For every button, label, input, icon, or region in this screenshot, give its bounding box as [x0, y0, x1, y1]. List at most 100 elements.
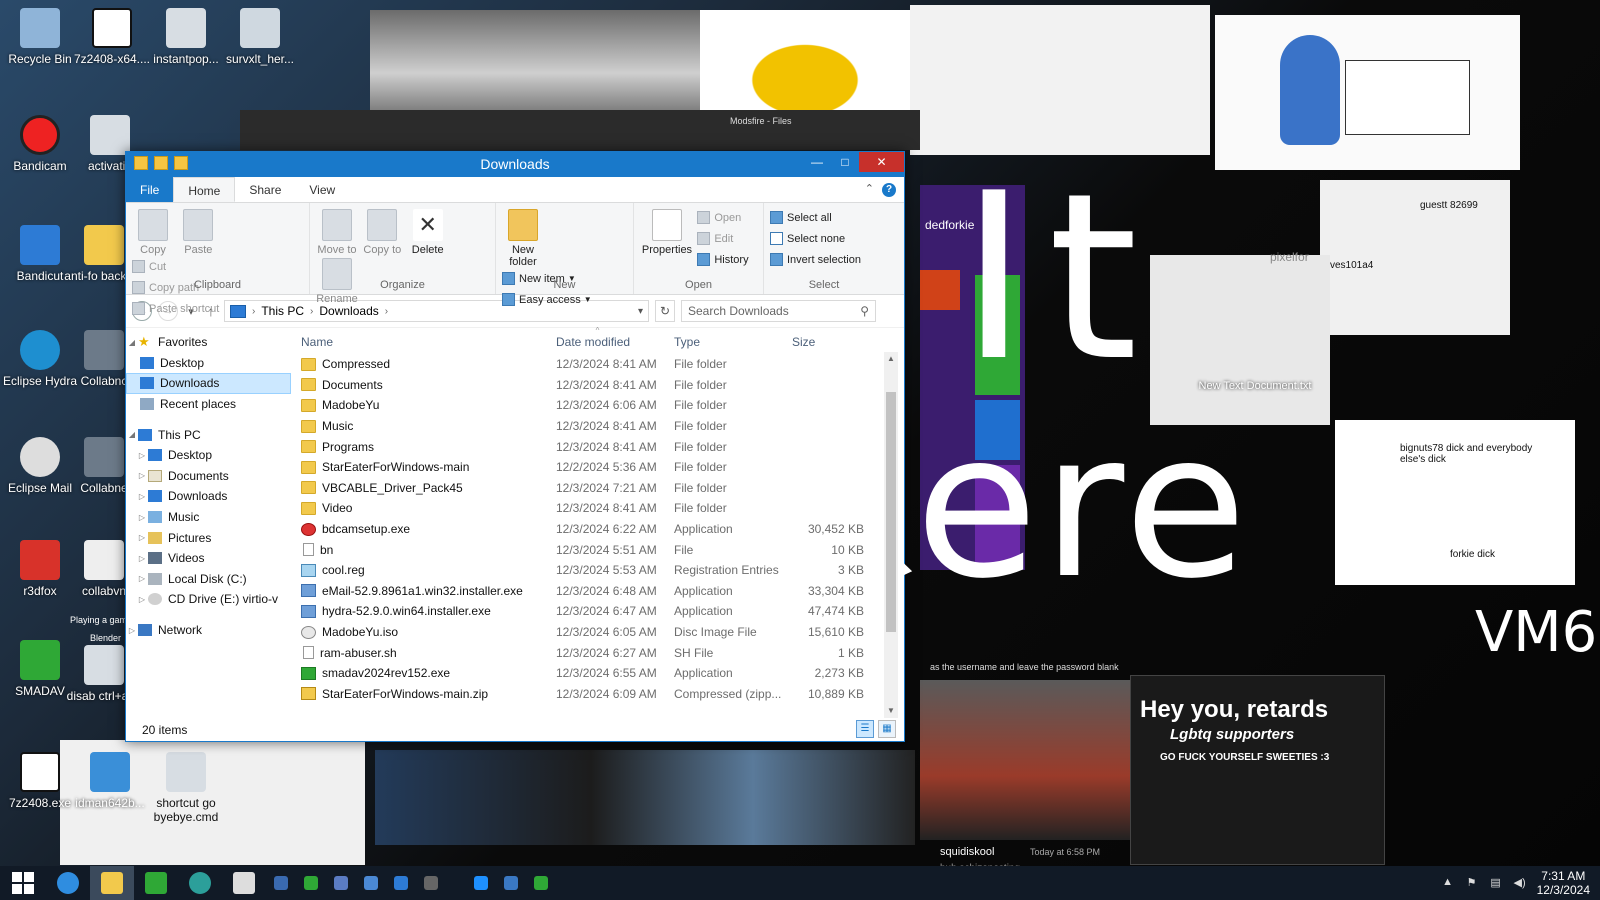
- select-all-button[interactable]: Select all: [770, 207, 861, 228]
- file-row[interactable]: Music 12/3/2024 8:41 AM File folder: [291, 416, 904, 437]
- new-folder-button[interactable]: New folder: [502, 209, 544, 268]
- expand-arrow-icon[interactable]: ▷: [136, 533, 148, 542]
- show-hidden-icons-icon[interactable]: ▲: [1441, 876, 1455, 890]
- taskbar-file-explorer[interactable]: [90, 866, 134, 900]
- large-icons-view-icon[interactable]: ▦: [878, 720, 896, 738]
- properties-button[interactable]: Properties: [640, 209, 694, 256]
- nav-network[interactable]: ▷ Network: [126, 620, 291, 641]
- help-icon[interactable]: ?: [882, 183, 896, 197]
- scrollbar-thumb[interactable]: [886, 392, 896, 632]
- taskbar-small-app[interactable]: [326, 866, 356, 900]
- file-row[interactable]: hydra-52.9.0.win64.installer.exe 12/3/202…: [291, 601, 904, 622]
- nav-pc-local-disk[interactable]: ▷ Local Disk (C:): [126, 569, 291, 590]
- paste-button[interactable]: Paste: [177, 209, 219, 256]
- desktop-shortcut-7zip[interactable]: 7z2408-x64....: [72, 8, 152, 66]
- expand-arrow-icon[interactable]: ▷: [136, 554, 148, 563]
- taskbar-small-app[interactable]: [496, 866, 526, 900]
- nav-pc-documents[interactable]: ▷ Documents: [126, 466, 291, 487]
- nav-pc-desktop[interactable]: ▷ Desktop: [126, 445, 291, 466]
- tab-share[interactable]: Share: [235, 177, 295, 202]
- desktop-shortcut-idman[interactable]: idman642b...: [70, 752, 150, 810]
- nav-pc-pictures[interactable]: ▷ Pictures: [126, 527, 291, 548]
- easy-access-button[interactable]: Easy access ▼: [502, 289, 592, 310]
- taskbar-small-app[interactable]: [356, 866, 386, 900]
- nav-fav-recent[interactable]: Recent places: [126, 394, 291, 415]
- taskbar-eclipse[interactable]: [178, 866, 222, 900]
- chevron-right-icon[interactable]: ›: [385, 306, 388, 317]
- paste-shortcut-button[interactable]: Paste shortcut: [132, 298, 219, 319]
- cut-button[interactable]: Cut: [132, 256, 219, 277]
- desktop-shortcut-7z2408-exe[interactable]: 7z2408.exe: [0, 752, 80, 810]
- expand-arrow-icon[interactable]: ▷: [136, 513, 148, 522]
- copy-button[interactable]: Copy: [132, 209, 174, 256]
- taskbar-internet-explorer[interactable]: [46, 866, 90, 900]
- file-row[interactable]: bn 12/3/2024 5:51 AM File 10 KB: [291, 539, 904, 560]
- desktop-shortcut-survxlt[interactable]: survxlt_her...: [220, 8, 300, 66]
- desktop-shortcut-byebye-cmd[interactable]: shortcut go byebye.cmd: [146, 752, 226, 824]
- expand-arrow-icon[interactable]: ▷: [136, 471, 148, 480]
- file-row[interactable]: ram-abuser.sh 12/3/2024 6:27 AM SH File 1 K…: [291, 642, 904, 663]
- nav-fav-downloads[interactable]: Downloads: [126, 373, 291, 394]
- taskbar-small-app[interactable]: [416, 866, 446, 900]
- expand-arrow-icon[interactable]: ▷: [136, 451, 148, 460]
- maximize-button[interactable]: □: [831, 152, 859, 172]
- taskbar-small-app[interactable]: [466, 866, 496, 900]
- close-button[interactable]: ✕: [859, 152, 904, 172]
- scroll-down-icon[interactable]: ▼: [884, 704, 898, 718]
- nav-favorites[interactable]: ◢ ★ Favorites: [126, 332, 291, 353]
- start-button[interactable]: [0, 866, 46, 900]
- chevron-right-icon[interactable]: ›: [310, 306, 313, 317]
- clock[interactable]: 7:31 AM 12/3/2024: [1537, 869, 1590, 897]
- nav-pc-videos[interactable]: ▷ Videos: [126, 548, 291, 569]
- history-button[interactable]: History: [697, 249, 749, 270]
- volume-icon[interactable]: ◀): [1513, 876, 1527, 890]
- taskbar-small-app[interactable]: [386, 866, 416, 900]
- expand-arrow-icon[interactable]: ▷: [126, 626, 138, 635]
- edit-button[interactable]: Edit: [697, 228, 748, 249]
- tab-view[interactable]: View: [295, 177, 349, 202]
- search-input[interactable]: Search Downloads ⚲: [681, 300, 876, 322]
- breadcrumb-downloads[interactable]: Downloads: [319, 304, 378, 318]
- address-dropdown-icon[interactable]: ▾: [638, 306, 643, 317]
- flag-icon[interactable]: ⚑: [1465, 876, 1479, 890]
- file-row[interactable]: Documents 12/3/2024 8:41 AM File folder: [291, 375, 904, 396]
- column-header-name[interactable]: Name: [301, 335, 556, 349]
- file-row[interactable]: MadobeYu.iso 12/3/2024 6:05 AM Disc Image …: [291, 622, 904, 643]
- file-row[interactable]: VBCABLE_Driver_Pack45 12/3/2024 7:21 AM Fi…: [291, 478, 904, 499]
- file-row[interactable]: cool.reg 12/3/2024 5:53 AM Registration En…: [291, 560, 904, 581]
- desktop-shortcut-bandicam[interactable]: Bandicam: [0, 115, 80, 173]
- select-none-button[interactable]: Select none: [770, 228, 861, 249]
- minimize-button[interactable]: —: [803, 152, 831, 172]
- vertical-scrollbar[interactable]: ▲ ▼: [884, 352, 898, 718]
- tab-home[interactable]: Home: [173, 177, 236, 202]
- expand-arrow-icon[interactable]: ▷: [136, 595, 148, 604]
- open-button[interactable]: Open: [697, 207, 748, 228]
- expand-arrow-icon[interactable]: ◢: [126, 430, 138, 439]
- nav-this-pc[interactable]: ◢ This PC: [126, 424, 291, 445]
- tab-file[interactable]: File: [126, 177, 174, 202]
- taskbar-small-app[interactable]: [266, 866, 296, 900]
- scroll-up-icon[interactable]: ▲: [884, 352, 898, 366]
- recycle-bin-icon[interactable]: Recycle Bin: [0, 8, 80, 66]
- taskbar-small-app[interactable]: [296, 866, 326, 900]
- column-header-size[interactable]: Size: [792, 335, 852, 349]
- expand-arrow-icon[interactable]: ▷: [136, 492, 148, 501]
- invert-selection-button[interactable]: Invert selection: [770, 249, 861, 270]
- desktop-shortcut-instantpop[interactable]: instantpop...: [146, 8, 226, 66]
- chevron-right-icon[interactable]: ›: [252, 306, 255, 317]
- refresh-button[interactable]: ↻: [655, 300, 675, 322]
- nav-pc-downloads[interactable]: ▷ Downloads: [126, 486, 291, 507]
- taskbar-app[interactable]: [222, 866, 266, 900]
- copy-to-button[interactable]: Copy to: [361, 209, 403, 256]
- title-bar[interactable]: Downloads — □ ✕: [126, 152, 904, 177]
- file-row[interactable]: Compressed 12/3/2024 8:41 AM File folder: [291, 354, 904, 375]
- chevron-up-icon[interactable]: ⌃: [865, 182, 874, 195]
- taskbar-small-app[interactable]: [526, 866, 556, 900]
- file-row[interactable]: smadav2024rev152.exe 12/3/2024 6:55 AM App…: [291, 663, 904, 684]
- file-row[interactable]: Video 12/3/2024 8:41 AM File folder: [291, 498, 904, 519]
- nav-fav-desktop[interactable]: Desktop: [126, 353, 291, 374]
- nav-pc-cd-drive[interactable]: ▷ CD Drive (E:) virtio-v: [126, 589, 291, 610]
- network-icon[interactable]: ▤: [1489, 876, 1503, 890]
- expand-arrow-icon[interactable]: ◢: [126, 338, 138, 347]
- move-to-button[interactable]: Move to: [316, 209, 358, 256]
